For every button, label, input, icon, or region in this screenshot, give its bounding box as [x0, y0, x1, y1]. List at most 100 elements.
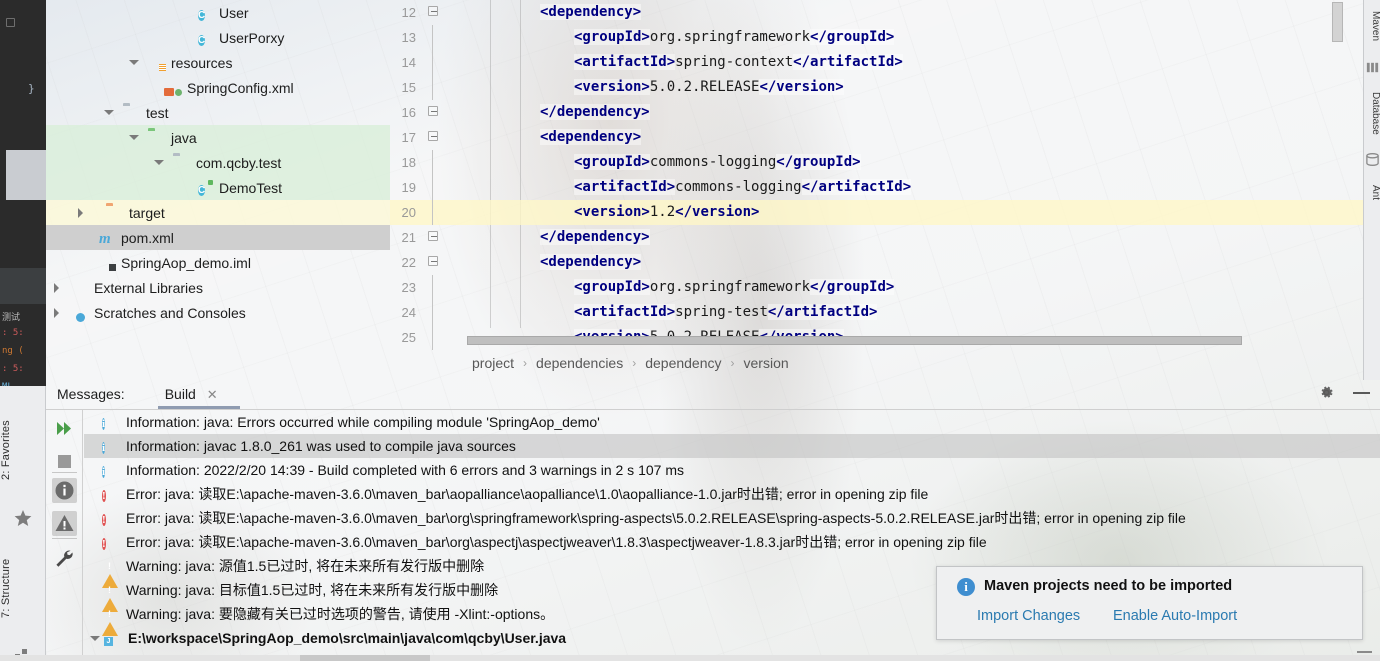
tab-build[interactable]: Build ✕ — [157, 379, 240, 409]
code-line[interactable]: 15 <version>5.0.2.RELEASE</version> — [390, 75, 1363, 100]
status-bar-tab[interactable] — [300, 655, 430, 661]
tree-item-com-qcby-test[interactable]: com.qcby.test — [46, 150, 390, 175]
tree-item-label: SpringConfig.xml — [187, 79, 294, 96]
fold-gutter[interactable] — [424, 100, 446, 125]
build-message-row[interactable]: ! Error: java: 读取E:\apache-maven-3.6.0\m… — [84, 506, 1380, 530]
filter-info-button[interactable] — [52, 478, 77, 503]
gear-icon[interactable] — [1318, 384, 1335, 401]
code-line[interactable]: 12 <dependency> — [390, 0, 1363, 25]
tree-item-user[interactable]: C User — [46, 0, 390, 25]
fold-gutter[interactable] — [424, 50, 446, 75]
fold-gutter[interactable] — [424, 275, 446, 300]
breadcrumb-item-dependency[interactable]: dependency — [645, 355, 721, 371]
tree-item-label: SpringAop_demo.iml — [121, 254, 251, 271]
fold-gutter[interactable] — [424, 300, 446, 325]
fold-gutter[interactable] — [424, 125, 446, 150]
fold-gutter[interactable] — [424, 325, 446, 350]
tree-item-label: target — [129, 204, 165, 221]
close-icon[interactable]: ✕ — [207, 387, 218, 402]
fold-gutter[interactable] — [424, 75, 446, 100]
enable-auto-import-link[interactable]: Enable Auto-Import — [1113, 608, 1237, 624]
tab-build-label: Build — [164, 385, 196, 402]
tree-item-iml[interactable]: SpringAop_demo.iml — [46, 250, 390, 275]
tree-item-userporxy[interactable]: C UserPorxy — [46, 25, 390, 50]
tree-item-label: DemoTest — [219, 179, 283, 196]
tree-item-scratches-consoles[interactable]: Scratches and Consoles — [46, 300, 390, 325]
code-text: <dependency> — [540, 254, 642, 270]
build-settings-button[interactable] — [52, 546, 77, 571]
code-line[interactable]: 19 <artifactId>commons-logging</artifact… — [390, 175, 1363, 200]
warning-icon — [102, 558, 118, 588]
sidebar-item-database[interactable]: Database — [1364, 82, 1380, 144]
fold-gutter[interactable] — [424, 200, 446, 225]
chevron-down-icon[interactable] — [126, 56, 140, 70]
code-line[interactable]: 17 <dependency> — [390, 125, 1363, 150]
tree-item-demotest[interactable]: C DemoTest — [46, 175, 390, 200]
project-tree[interactable]: C User C UserPorxy resources SpringConfi… — [46, 0, 390, 352]
warning-icon — [102, 582, 118, 612]
error-icon: ! — [102, 514, 106, 526]
code-line[interactable]: 23 <groupId>org.springframework</groupId… — [390, 275, 1363, 300]
filter-warning-button[interactable] — [52, 511, 77, 536]
breadcrumb-item-dependencies[interactable]: dependencies — [536, 355, 623, 371]
editor-vertical-scrollbar[interactable] — [1332, 2, 1343, 42]
chevron-down-icon[interactable] — [126, 131, 140, 145]
build-message-row-selected[interactable]: i Information: javac 1.8.0_261 was used … — [84, 434, 1380, 458]
error-icon: ! — [102, 490, 106, 502]
stop-button[interactable] — [52, 449, 77, 474]
chevron-right-icon[interactable] — [50, 306, 64, 320]
build-message-row[interactable]: i Information: 2022/2/20 14:39 - Build c… — [84, 458, 1380, 482]
rerun-button[interactable] — [52, 416, 77, 441]
chevron-down-icon[interactable] — [151, 156, 165, 170]
code-line[interactable]: 21 </dependency> — [390, 225, 1363, 250]
chevron-right-icon[interactable] — [74, 206, 88, 220]
breadcrumb-item-version[interactable]: version — [744, 355, 789, 371]
code-line[interactable]: 24 <artifactId>spring-test</artifactId> — [390, 300, 1363, 325]
build-message-row[interactable]: ! Error: java: 读取E:\apache-maven-3.6.0\m… — [84, 482, 1380, 506]
sidebar-item-favorites[interactable]: 2: Favorites — [0, 400, 45, 500]
fold-gutter[interactable] — [424, 150, 446, 175]
fold-gutter[interactable] — [424, 250, 446, 275]
breadcrumb-item-project[interactable]: project — [472, 355, 514, 371]
editor-horizontal-scrollbar[interactable] — [467, 336, 1242, 345]
code-line[interactable]: 18 <groupId>commons-logging</groupId> — [390, 150, 1363, 175]
tree-item-test[interactable]: test — [46, 100, 390, 125]
code-line[interactable]: 22 <dependency> — [390, 250, 1363, 275]
tree-item-label: pom.xml — [121, 229, 174, 246]
sidebar-item-ant[interactable]: Ant — [1364, 176, 1380, 210]
fold-gutter[interactable] — [424, 225, 446, 250]
build-message-row[interactable]: ! Error: java: 读取E:\apache-maven-3.6.0\m… — [84, 530, 1380, 554]
fold-gutter[interactable] — [424, 0, 446, 25]
sidebar-item-maven[interactable]: Maven — [1364, 2, 1380, 50]
import-changes-link[interactable]: Import Changes — [977, 608, 1080, 624]
build-message-text: Information: 2022/2/20 14:39 - Build com… — [126, 462, 684, 478]
chevron-right-icon[interactable] — [50, 281, 64, 295]
breadcrumb[interactable]: project › dependencies › dependency › ve… — [390, 350, 1380, 376]
sidebar-item-structure[interactable]: 7: Structure — [0, 538, 45, 638]
code-line[interactable]: 16 </dependency> — [390, 100, 1363, 125]
code-line[interactable]: 14 <artifactId>spring-context</artifactI… — [390, 50, 1363, 75]
tree-item-springconfig-xml[interactable]: SpringConfig.xml — [46, 75, 390, 100]
info-icon: i — [957, 578, 975, 596]
fold-gutter[interactable] — [424, 175, 446, 200]
tree-item-resources[interactable]: resources — [46, 50, 390, 75]
line-number: 17 — [401, 130, 416, 145]
code-editor[interactable]: 12 <dependency> 13 <groupId>org.springfr… — [390, 0, 1363, 352]
code-line-current[interactable]: 20 <version>1.2</version> — [390, 200, 1363, 225]
background-window-divider — [0, 268, 46, 304]
minimize-icon[interactable] — [1353, 391, 1370, 394]
chevron-down-icon[interactable] — [88, 631, 102, 645]
code-line[interactable]: 13 <groupId>org.springframework</groupId… — [390, 25, 1363, 50]
tree-item-label: UserPorxy — [219, 29, 285, 46]
tree-item-external-libraries[interactable]: External Libraries — [46, 275, 390, 300]
minimize-icon-bottom[interactable] — [1357, 651, 1372, 653]
line-number: 23 — [401, 280, 416, 295]
line-number: 12 — [401, 5, 416, 20]
tree-item-pom-xml[interactable]: m pom.xml — [46, 225, 390, 250]
iml-file-icon — [98, 255, 116, 271]
build-message-row[interactable]: i Information: java: Errors occurred whi… — [84, 410, 1380, 434]
chevron-down-icon[interactable] — [101, 106, 115, 120]
tree-item-java[interactable]: java — [46, 125, 390, 150]
tree-item-target[interactable]: target — [46, 200, 390, 225]
fold-gutter[interactable] — [424, 25, 446, 50]
